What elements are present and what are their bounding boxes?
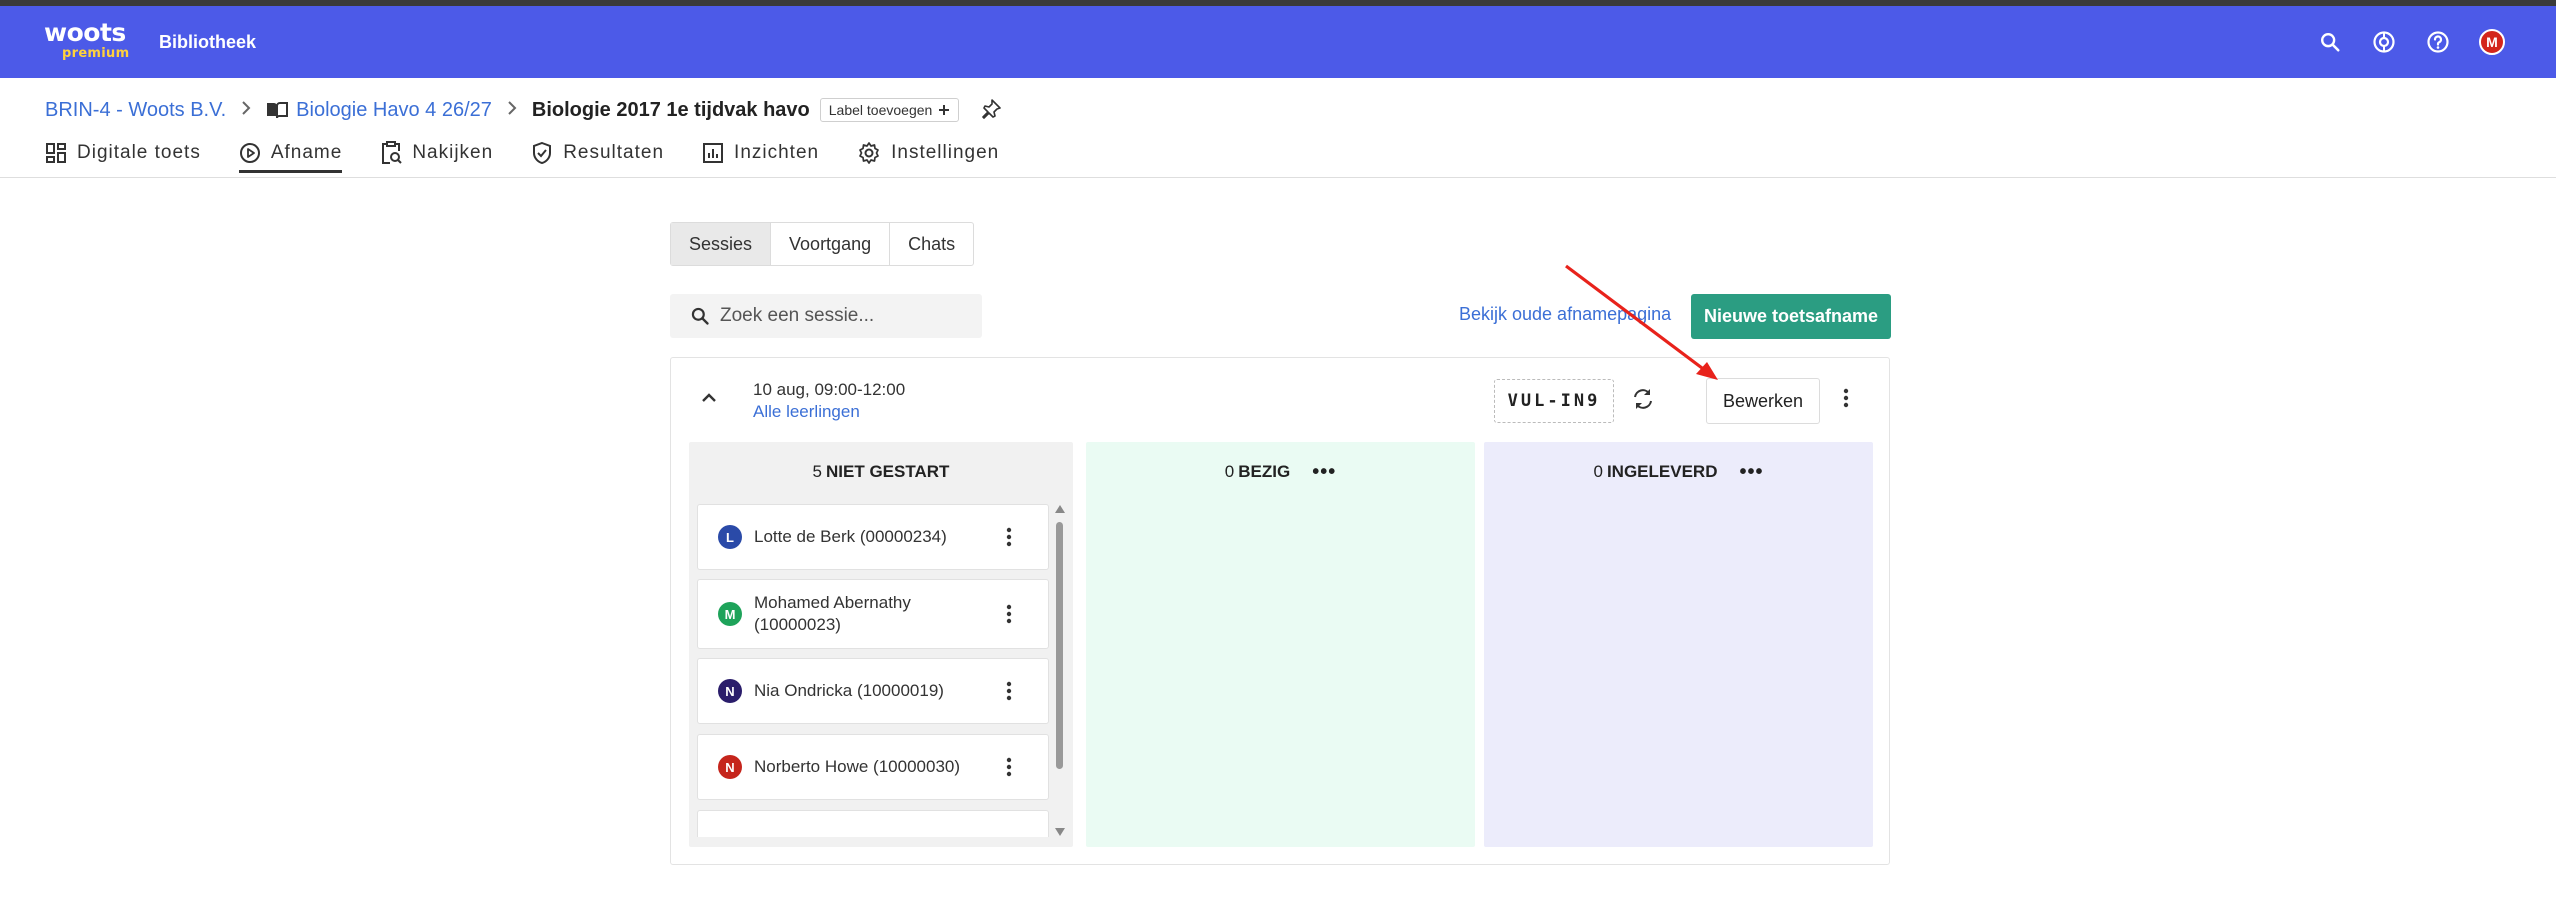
play-circle-icon <box>239 143 260 163</box>
help-icon[interactable] <box>2424 28 2452 56</box>
column-count: 0 <box>1224 462 1235 481</box>
tab-resultaten[interactable]: Resultaten <box>531 135 664 171</box>
student-name: Nia Ondricka (10000019) <box>754 681 944 700</box>
student-list: L Lotte de Berk (00000234) M Mohamed Abe… <box>697 504 1049 837</box>
tab-label: Resultaten <box>563 142 665 163</box>
refresh-icon[interactable] <box>1631 386 1655 417</box>
top-navbar: woots premium Bibliotheek M <box>0 6 2556 78</box>
search-icon[interactable] <box>2316 28 2344 56</box>
plus-icon <box>939 105 950 115</box>
column-label: NIET GESTART <box>826 462 950 481</box>
student-avatar: N <box>718 755 742 779</box>
bar-chart-icon <box>703 143 724 163</box>
logo-wordmark: woots <box>44 18 126 47</box>
segment-chats[interactable]: Chats <box>890 223 973 265</box>
edit-session-button[interactable]: Bewerken <box>1706 378 1820 424</box>
session-date: 10 aug, 09:00-12:00 <box>753 380 906 399</box>
user-avatar[interactable]: M <box>2478 28 2506 56</box>
column-header: 0 INGELEVERD ••• <box>1484 462 1873 482</box>
column-header: 5 NIET GESTART <box>689 462 1073 482</box>
pin-icon[interactable] <box>981 99 1002 121</box>
session-card: 10 aug, 09:00-12:00 Alle leerlingen VUL-… <box>670 357 1890 865</box>
column-label: BEZIG <box>1238 462 1291 481</box>
student-card[interactable]: M Mohamed Abernathy (10000023) <box>697 579 1049 649</box>
breadcrumb-org[interactable]: BRIN-4 - Woots B.V. <box>45 99 226 122</box>
chevron-right-icon <box>241 100 251 121</box>
scroll-up-arrow-icon[interactable] <box>1054 504 1066 514</box>
student-avatar: L <box>718 525 742 549</box>
tab-label: Instellingen <box>891 142 1000 163</box>
column-not-started: 5 NIET GESTART L Lotte de Berk (00000234… <box>689 442 1073 847</box>
nav-library-link[interactable]: Bibliotheek <box>159 32 256 53</box>
old-page-link[interactable]: Bekijk oude afnamepagina <box>1459 304 1671 325</box>
session-more-icon[interactable] <box>1843 388 1849 413</box>
student-card[interactable]: L Lotte de Berk (00000234) <box>697 504 1049 570</box>
column-more-icon[interactable]: ••• <box>1312 462 1336 482</box>
student-card[interactable]: N Nia Ondricka (10000019) <box>697 658 1049 724</box>
student-more-icon[interactable] <box>1006 681 1012 701</box>
student-avatar: N <box>718 679 742 703</box>
grid-icon <box>46 143 66 163</box>
column-in-progress: 0 BEZIG ••• <box>1086 442 1475 847</box>
add-label-text: Label toevoegen <box>828 102 933 118</box>
chevron-right-icon <box>507 100 517 121</box>
view-segment-control: Sessies Voortgang Chats <box>670 222 975 266</box>
session-code[interactable]: VUL-IN9 <box>1494 379 1614 423</box>
breadcrumb: BRIN-4 - Woots B.V. Biologie Havo 4 26/2… <box>45 96 1002 124</box>
woots-logo[interactable]: woots premium <box>44 18 129 62</box>
student-list-scrollbar[interactable] <box>1053 504 1067 837</box>
student-card-partial[interactable] <box>697 810 1049 837</box>
student-name: Mohamed Abernathy (10000023) <box>754 593 911 634</box>
tab-afname[interactable]: Afname <box>238 135 343 173</box>
avatar-initial: M <box>2479 29 2505 55</box>
student-name: Lotte de Berk (00000234) <box>754 527 947 546</box>
chevron-up-icon[interactable] <box>701 390 717 408</box>
sub-header: BRIN-4 - Woots B.V. Biologie Havo 4 26/2… <box>0 78 2556 178</box>
column-label: INGELEVERD <box>1606 462 1718 481</box>
student-avatar: M <box>718 602 742 626</box>
life-ring-icon[interactable] <box>2370 28 2398 56</box>
search-icon <box>691 307 709 325</box>
column-submitted: 0 INGELEVERD ••• <box>1484 442 1873 847</box>
segment-sessies[interactable]: Sessies <box>671 223 772 265</box>
book-icon <box>266 101 289 119</box>
tab-nakijken[interactable]: Nakijken <box>380 135 493 171</box>
student-card[interactable]: N Norberto Howe (10000030) <box>697 734 1049 800</box>
new-session-button[interactable]: Nieuwe toetsafname <box>1691 294 1891 339</box>
tab-instellingen[interactable]: Instellingen <box>857 135 999 171</box>
session-search-input[interactable] <box>720 305 980 327</box>
logo-premium-label: premium <box>62 46 130 61</box>
gear-icon <box>859 142 879 164</box>
student-more-icon[interactable] <box>1006 527 1012 547</box>
session-group[interactable]: Alle leerlingen <box>753 402 860 422</box>
scrollbar-thumb[interactable] <box>1056 522 1063 769</box>
tab-inzichten[interactable]: Inzichten <box>702 135 819 171</box>
column-count: 0 <box>1593 462 1603 481</box>
shield-check-icon <box>533 142 552 164</box>
tab-label: Inzichten <box>734 142 820 163</box>
tab-digitale-toets[interactable]: Digitale toets <box>45 135 201 171</box>
column-more-icon[interactable]: ••• <box>1739 462 1763 482</box>
student-more-icon[interactable] <box>1006 604 1012 624</box>
student-more-icon[interactable] <box>1006 757 1012 777</box>
column-count: 5 <box>812 462 823 481</box>
add-label-button[interactable]: Label toevoegen <box>819 98 960 122</box>
session-search <box>670 294 982 338</box>
clipboard-search-icon <box>382 141 403 164</box>
main-tabs: Digitale toets Afname Nakijken Resultate… <box>45 135 1037 175</box>
tab-label: Nakijken <box>412 142 494 163</box>
column-header: 0 BEZIG ••• <box>1086 462 1475 482</box>
breadcrumb-course[interactable]: Biologie Havo 4 26/27 <box>296 99 492 122</box>
breadcrumb-assignment: Biologie 2017 1e tijdvak havo <box>531 98 810 121</box>
scroll-down-arrow-icon[interactable] <box>1054 827 1066 837</box>
segment-voortgang[interactable]: Voortgang <box>771 223 891 265</box>
tab-label: Digitale toets <box>77 142 201 163</box>
tab-label: Afname <box>270 142 343 163</box>
student-name: Norberto Howe (10000030) <box>754 757 961 776</box>
